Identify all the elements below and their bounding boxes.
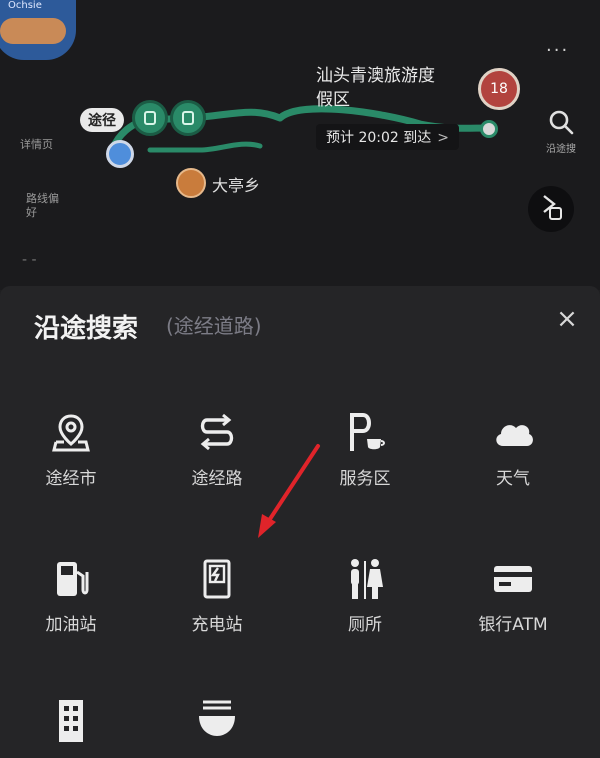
category-charging-station[interactable]: 充电站 [152,558,282,635]
route-branch [147,141,263,153]
sheet-subtitle: (途经道路) [166,314,262,338]
charging-pin-icon [182,111,194,125]
side-divider: - - [22,252,37,268]
category-city[interactable]: 途经市 [6,412,136,489]
via-bubble[interactable]: 途径 [80,108,124,132]
destination-title: 汕头青澳旅游度假区 [316,66,435,110]
food-bowl-icon [152,698,282,740]
category-label: 途经路 [191,469,243,489]
side-label-details[interactable]: 详情页 [20,136,53,152]
search-label: 沿途搜 [546,144,576,155]
restroom-icon [300,558,430,600]
category-service-area[interactable]: 服务区 [300,412,430,489]
category-weather[interactable]: 天气 [448,412,578,489]
category-hotel[interactable] [6,698,136,750]
search-along-sheet: 沿途搜索 (途经道路) × 途经市 途经路 服务区 天气 加油站 充电站 厕所 … [0,286,600,758]
sheet-title: 沿途搜索 [34,314,139,344]
category-road[interactable]: 途经路 [152,412,282,489]
category-atm[interactable]: 银行ATM [448,558,578,635]
city-pin-icon [6,412,136,454]
category-restroom[interactable]: 厕所 [300,558,430,635]
eta-text: 预计 20:02 到达 [326,130,432,146]
expand-panel-button[interactable] [528,186,574,232]
close-button[interactable]: × [552,304,582,334]
chevron-right-icon [538,192,564,226]
category-label: 充电站 [191,615,243,635]
category-food[interactable] [152,698,282,750]
origin-pin[interactable] [106,140,134,168]
waypoint-pin[interactable] [176,168,206,198]
route-line [108,105,490,154]
destination-pin[interactable]: 18 [478,68,520,110]
category-label: 服务区 [339,469,391,489]
charging-pin-icon [144,111,156,125]
search-along-button[interactable]: 沿途搜 [536,108,586,155]
category-label: 途经市 [45,469,97,489]
search-icon [536,108,586,136]
service-area-icon [300,412,430,454]
gas-station-icon [6,558,136,600]
category-label: 厕所 [348,615,382,635]
route-map[interactable]: Ochsie ··· 途径 大亭乡 汕头青澳旅游度假区 预计 20:02 到达 >… [0,0,600,290]
charging-pin[interactable] [170,100,206,136]
hotel-icon [6,698,136,742]
category-gas-station[interactable]: 加油站 [6,558,136,635]
eta-chip[interactable]: 预计 20:02 到达 > [316,124,459,150]
chevron-right-icon: > [437,130,449,146]
destination-dot [480,120,498,138]
category-label: 天气 [496,469,530,489]
atm-card-icon [448,558,578,600]
waypoint-label: 大亭乡 [212,176,261,195]
charging-pin[interactable] [132,100,168,136]
charging-station-icon [152,558,282,600]
cloud-icon [448,412,578,454]
route-s-icon [152,412,282,454]
side-label-preference[interactable]: 路线偏好 [26,192,66,220]
category-label: 加油站 [45,615,97,635]
category-label: 银行ATM [478,615,548,635]
